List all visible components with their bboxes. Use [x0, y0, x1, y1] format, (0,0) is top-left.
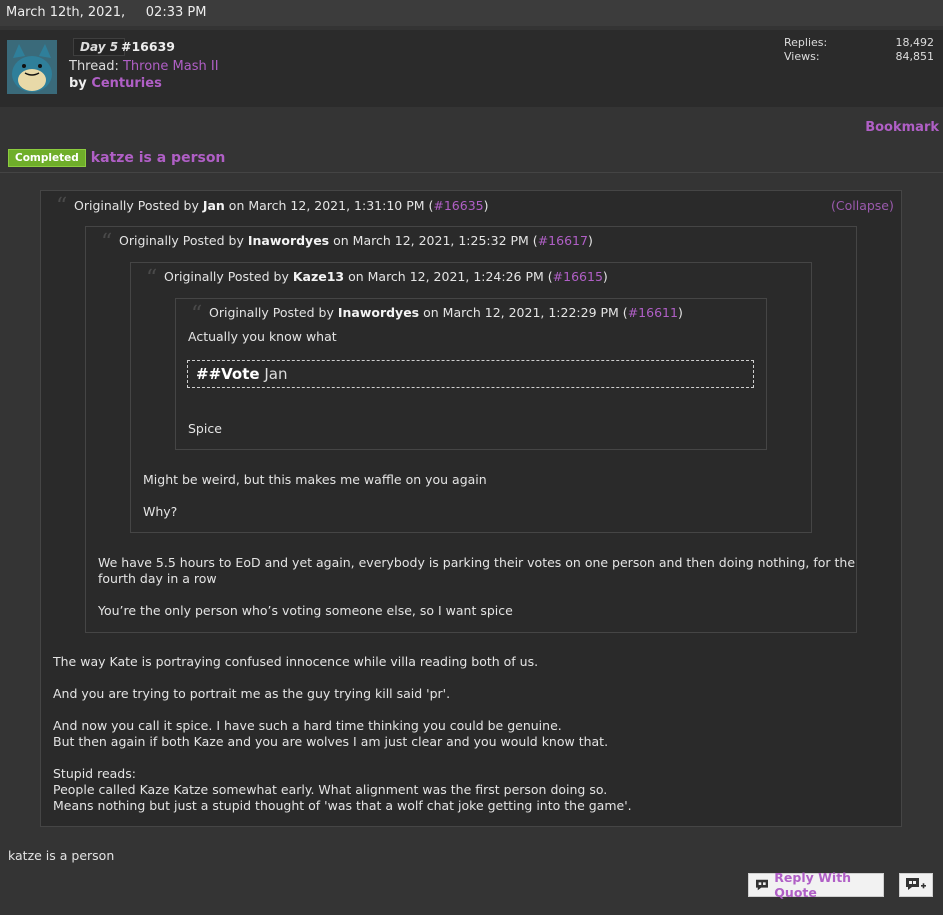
post-body: katze is a person	[8, 848, 115, 863]
quote-text: Might be weird, but this makes me waffle…	[143, 472, 487, 487]
quote-user[interactable]: Inawordyes	[248, 233, 329, 248]
quote-suffix: )	[483, 198, 489, 213]
avatar[interactable]	[7, 40, 57, 94]
author-link[interactable]: Centuries	[91, 76, 162, 91]
quote-prefix: Originally Posted by	[74, 198, 203, 213]
by-label: by	[69, 76, 87, 91]
quote-text: And you are trying to portrait me as the…	[53, 686, 451, 701]
quote-text: Actually you know what	[188, 329, 337, 344]
quote-user[interactable]: Kaze13	[293, 269, 344, 284]
quote-ref-link[interactable]: #16635	[433, 198, 483, 213]
quote-mark-icon: “	[56, 194, 68, 219]
post-number[interactable]: #16639	[121, 39, 175, 54]
collapse-link[interactable]: (Collapse)	[831, 198, 894, 213]
reply-icon	[756, 879, 769, 891]
post-title-row: Completed katze is a person	[8, 149, 225, 167]
replies-label: Replies:	[784, 36, 828, 49]
reply-with-quote-label: Reply With Quote	[774, 870, 852, 900]
quote-text: You’re the only person who’s voting some…	[98, 603, 513, 618]
quote-header-inawordyes-1: Originally Posted by Inawordyes on March…	[119, 233, 593, 248]
multi-quote-icon	[906, 878, 926, 890]
quote-date: on March 12, 2021, 1:24:26 PM (	[344, 269, 553, 284]
multi-quote-button[interactable]	[899, 873, 933, 897]
views-label: Views:	[784, 50, 820, 63]
vote-box: ##Vote Jan	[187, 360, 754, 388]
replies-value: 18,492	[895, 36, 935, 49]
quote-date: on March 12, 2021, 1:22:29 PM (	[419, 305, 628, 320]
quote-suffix: )	[602, 269, 608, 284]
day-badge: Day 5	[73, 38, 126, 56]
quote-date: on March 12, 2021, 1:25:32 PM (	[329, 233, 538, 248]
quote-user[interactable]: Inawordyes	[338, 305, 419, 320]
quote-suffix: )	[587, 233, 593, 248]
quote-prefix: Originally Posted by	[209, 305, 338, 320]
quote-text: Means nothing but just a stupid thought …	[53, 798, 632, 813]
quote-text: The way Kate is portraying confused inno…	[53, 654, 539, 669]
quote-text: Why?	[143, 504, 178, 519]
quote-header-jan: Originally Posted by Jan on March 12, 20…	[74, 198, 489, 213]
vote-tag: ##Vote	[196, 365, 260, 383]
post-title[interactable]: katze is a person	[91, 150, 226, 166]
post-header: Day 5 #16639 Thread: Throne Mash II by C…	[0, 30, 943, 107]
divider	[0, 172, 943, 173]
quote-text: We have 5.5 hours to EoD and yet again, …	[98, 555, 856, 570]
quote-date: on March 12, 2021, 1:31:10 PM (	[224, 198, 434, 213]
post-date: March 12th, 2021, 02:33 PM	[0, 0, 943, 26]
quote-ref-link[interactable]: #16615	[553, 269, 603, 284]
thread-stats: Replies: 18,492 Views: 84,851	[784, 36, 934, 64]
quote-text: fourth day in a row	[98, 571, 217, 586]
bookmark-link[interactable]: Bookmark	[865, 120, 939, 135]
thread-link[interactable]: Throne Mash II	[123, 59, 219, 74]
quote-text: But then again if both Kaze and you are …	[53, 734, 609, 749]
quote-ref-link[interactable]: #16617	[538, 233, 588, 248]
quote-text: Spice	[188, 421, 222, 436]
quote-ref-link[interactable]: #16611	[628, 305, 678, 320]
quote-text: And now you call it spice. I have such a…	[53, 718, 562, 733]
quote-text: Stupid reads:	[53, 766, 136, 781]
vote-name: Jan	[264, 365, 288, 383]
status-badge: Completed	[8, 149, 86, 167]
thread-line: Thread: Throne Mash II	[69, 59, 219, 74]
reply-with-quote-button[interactable]: Reply With Quote	[748, 870, 884, 900]
views-value: 84,851	[895, 50, 935, 63]
quote-header-kaze13: Originally Posted by Kaze13 on March 12,…	[164, 269, 608, 284]
quote-header-inawordyes-2: Originally Posted by Inawordyes on March…	[209, 305, 683, 320]
quote-suffix: )	[677, 305, 683, 320]
quote-mark-icon: “	[146, 266, 158, 291]
quote-mark-icon: “	[101, 230, 113, 255]
quote-text: People called Kaze Katze somewhat early.…	[53, 782, 608, 797]
quote-prefix: Originally Posted by	[164, 269, 293, 284]
quote-prefix: Originally Posted by	[119, 233, 248, 248]
quote-mark-icon: “	[191, 302, 203, 327]
thread-label: Thread:	[69, 59, 119, 74]
quote-user[interactable]: Jan	[203, 198, 225, 213]
by-line: by Centuries	[69, 76, 162, 91]
